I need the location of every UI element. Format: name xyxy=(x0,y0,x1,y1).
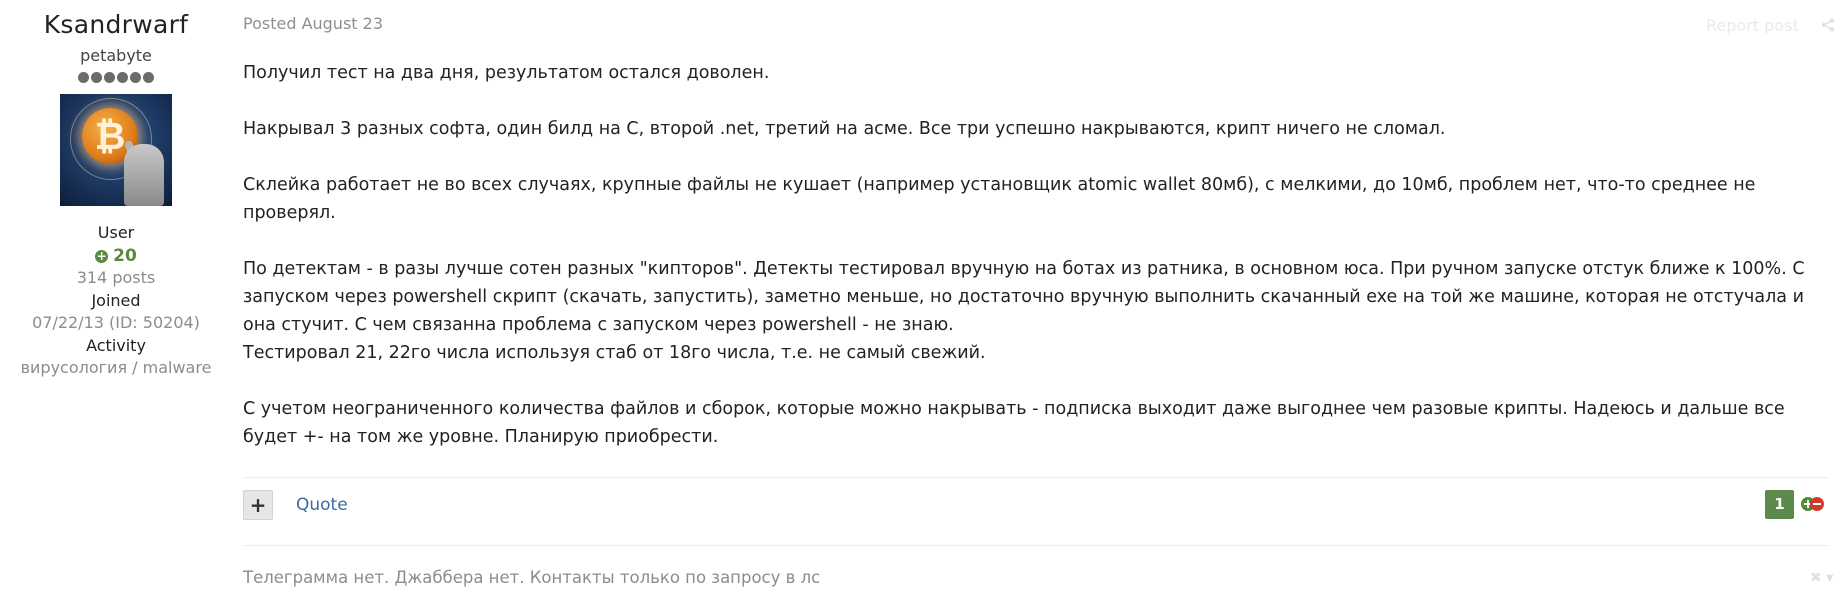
rank-pip xyxy=(143,72,154,83)
author-rank-title: petabyte xyxy=(80,46,152,65)
activity-label: Activity xyxy=(86,335,146,355)
rank-pip xyxy=(91,72,102,83)
rank-pips xyxy=(0,70,232,84)
author-meta: User +20 314 posts Joined 07/22/13 (ID: … xyxy=(0,222,232,380)
post-paragraph: С учетом неограниченного количества файл… xyxy=(243,399,1785,447)
share-icon[interactable] xyxy=(1821,18,1835,32)
reputation-value: 20 xyxy=(113,245,137,266)
rank-pip xyxy=(117,72,128,83)
post-paragraph: Накрывал 3 разных софта, один билд на С,… xyxy=(243,119,1446,139)
rank-pip xyxy=(104,72,115,83)
avatar-figure xyxy=(124,144,164,206)
reaction-count-badge[interactable]: 1 xyxy=(1765,490,1794,519)
reputation-badge: +20 xyxy=(0,245,232,268)
rank-pip xyxy=(130,72,141,83)
close-icon[interactable]: ✖ xyxy=(1810,570,1822,586)
post-paragraph: Получил тест на два дня, результатом ост… xyxy=(243,63,770,83)
author-name[interactable]: Ksandrwarf xyxy=(0,8,232,42)
plus-icon: + xyxy=(95,248,109,263)
vote-icon[interactable] xyxy=(1800,495,1826,513)
post-paragraph: Склейка работает не во всех случаях, кру… xyxy=(243,175,1756,223)
activity-value: вирусология / malware xyxy=(20,358,212,377)
divider xyxy=(243,545,1828,546)
multiquote-button[interactable]: + xyxy=(243,490,273,520)
rank-pip xyxy=(78,72,89,83)
report-post-link[interactable]: Report post xyxy=(1706,16,1799,35)
author-panel: Ksandrwarf petabyte ₿ User +20 314 posts… xyxy=(0,0,232,380)
joined-value: 07/22/13 (ID: 50204) xyxy=(32,313,200,332)
post-date[interactable]: Posted August 23 xyxy=(243,14,383,33)
post-paragraph: Тестировал 21, 22го числа используя стаб… xyxy=(243,343,986,363)
signature-controls[interactable]: ✖ ▾ xyxy=(1810,570,1833,586)
post-paragraph: По детектам - в разы лучше сотен разных … xyxy=(243,259,1805,335)
avatar[interactable]: ₿ xyxy=(60,94,172,206)
post-count: 314 posts xyxy=(76,268,156,287)
quote-button[interactable]: Quote xyxy=(296,495,348,515)
post-body: Получил тест на два дня, результатом ост… xyxy=(243,59,1828,479)
chevron-down-icon[interactable]: ▾ xyxy=(1826,570,1833,586)
signature: Телеграмма нет. Джаббера нет. Контакты т… xyxy=(243,568,821,587)
divider xyxy=(243,477,1828,478)
author-group: User xyxy=(97,223,135,242)
joined-label: Joined xyxy=(91,290,141,310)
